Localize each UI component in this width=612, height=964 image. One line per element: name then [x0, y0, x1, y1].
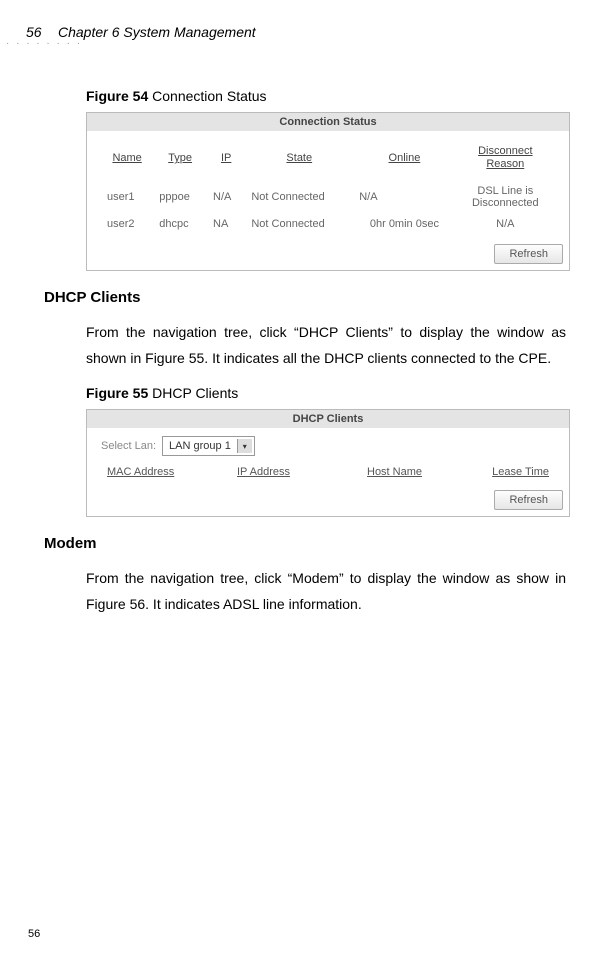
- col-ip: IP: [207, 141, 245, 181]
- figure-55-label: Figure 55 DHCP Clients: [86, 385, 576, 401]
- col-lease: Lease Time: [487, 466, 549, 478]
- page-body: Figure 54 Connection Status Connection S…: [86, 88, 576, 632]
- col-name: Name: [101, 141, 153, 181]
- connection-status-table: Name Type IP State Online Disconnect Rea…: [101, 141, 555, 234]
- cell: user2: [101, 214, 153, 234]
- page-number-bottom: 56: [28, 928, 40, 940]
- col-online: Online: [353, 141, 455, 181]
- col-state: State: [245, 141, 353, 181]
- col-type: Type: [153, 141, 207, 181]
- cell: Not Connected: [245, 214, 353, 234]
- chevron-down-icon: ▾: [237, 439, 252, 453]
- col-mac: MAC Address: [107, 466, 237, 478]
- cell: N/A: [207, 181, 245, 213]
- select-lan-label: Select Lan:: [101, 440, 156, 452]
- cell: Not Connected: [245, 181, 353, 213]
- table-row: user2 dhcpc NA Not Connected 0hr 0min 0s…: [101, 214, 555, 234]
- cell: DSL Line is Disconnected: [456, 181, 555, 213]
- cell: NA: [207, 214, 245, 234]
- connection-status-header-row: Name Type IP State Online Disconnect Rea…: [101, 141, 555, 181]
- select-lan-value: LAN group 1: [169, 440, 231, 452]
- col-host: Host Name: [367, 466, 487, 478]
- col-disconnect-l1: Disconnect: [462, 145, 549, 158]
- cell-line: Disconnected: [462, 197, 549, 209]
- dhcp-clients-heading: DHCP Clients: [44, 289, 576, 306]
- refresh-button[interactable]: Refresh: [494, 244, 563, 264]
- figure-54-number: Figure 54: [86, 88, 148, 104]
- page-number-top: 56: [26, 24, 42, 40]
- cell: N/A: [456, 214, 555, 234]
- modem-paragraph: From the navigation tree, click “Modem” …: [86, 566, 566, 618]
- cell: N/A: [353, 181, 455, 213]
- figure-55-caption: DHCP Clients: [148, 385, 238, 401]
- cell: pppoe: [153, 181, 207, 213]
- figure-54-label: Figure 54 Connection Status: [86, 88, 576, 104]
- cell: user1: [101, 181, 153, 213]
- figure-54-screenshot: Connection Status Name Type IP State Onl…: [86, 112, 570, 271]
- dhcp-clients-paragraph: From the navigation tree, click “DHCP Cl…: [86, 320, 566, 372]
- select-lan-dropdown[interactable]: LAN group 1 ▾: [162, 436, 255, 456]
- figure-55-number: Figure 55: [86, 385, 148, 401]
- cell: dhcpc: [153, 214, 207, 234]
- table-row: user1 pppoe N/A Not Connected N/A DSL Li…: [101, 181, 555, 213]
- figure-55-screenshot: DHCP Clients Select Lan: LAN group 1 ▾ M…: [86, 409, 570, 517]
- cell: 0hr 0min 0sec: [353, 214, 455, 234]
- connection-status-title: Connection Status: [87, 113, 569, 131]
- cell-line: DSL Line is: [462, 185, 549, 197]
- figure-54-caption: Connection Status: [148, 88, 266, 104]
- col-disconnect: Disconnect Reason: [456, 141, 555, 181]
- modem-heading: Modem: [44, 535, 576, 552]
- col-disconnect-l2: Reason: [462, 158, 549, 171]
- refresh-button[interactable]: Refresh: [494, 490, 563, 510]
- chapter-title: Chapter 6 System Management: [58, 24, 256, 40]
- col-ip: IP Address: [237, 466, 367, 478]
- dhcp-columns: MAC Address IP Address Host Name Lease T…: [101, 466, 555, 480]
- page-header: · · · · · · · · 56 Chapter 6 System Mana…: [0, 14, 612, 38]
- dhcp-clients-title: DHCP Clients: [87, 410, 569, 428]
